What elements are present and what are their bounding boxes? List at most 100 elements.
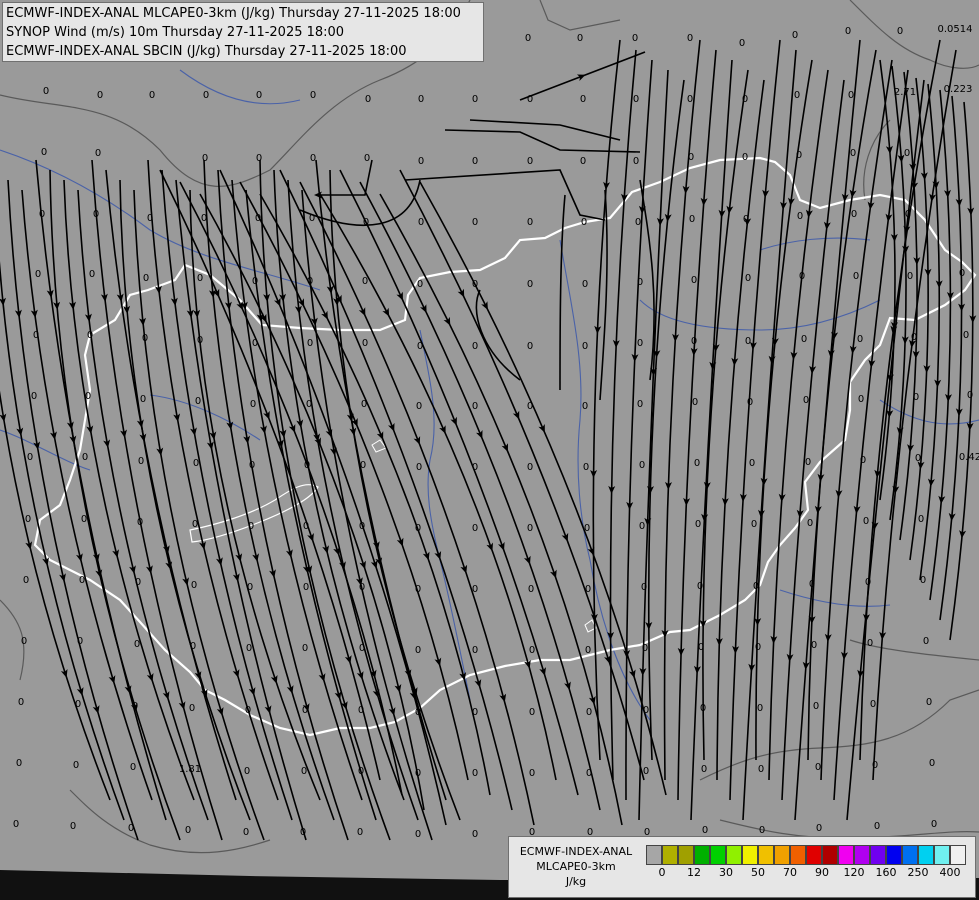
sbcin-value: 0 (81, 514, 87, 525)
sbcin-value: 0 (581, 217, 587, 228)
sbcin-value: 0 (415, 768, 421, 779)
sbcin-value: 0 (73, 760, 79, 771)
sbcin-value: 0 (359, 643, 365, 654)
sbcin-value: 0 (905, 209, 911, 220)
sbcin-value: 0 (138, 456, 144, 467)
sbcin-value: 0 (359, 582, 365, 593)
sbcin-value: 0 (415, 707, 421, 718)
sbcin-value: 0 (147, 213, 153, 224)
sbcin-value: 0 (250, 399, 256, 410)
sbcin-value: 0 (580, 94, 586, 105)
legend-swatch (918, 845, 934, 865)
sbcin-value: 0 (300, 827, 306, 838)
sbcin-value: 0 (585, 584, 591, 595)
sbcin-value: 0 (417, 341, 423, 352)
sbcin-value: 0 (580, 156, 586, 167)
sbcin-value: 0 (758, 764, 764, 775)
sbcin-value: 0 (134, 639, 140, 650)
sbcin-value: 0 (848, 90, 854, 101)
sbcin-value: 0 (41, 147, 47, 158)
sbcin-value: 0 (585, 645, 591, 656)
sbcin-value: 0 (577, 33, 583, 44)
sbcin-value: 0 (77, 636, 83, 647)
sbcin-value: 0 (255, 213, 261, 224)
sbcin-value: 0 (801, 334, 807, 345)
sbcin-value: 0 (365, 94, 371, 105)
sbcin-value: 0 (872, 760, 878, 771)
sbcin-value: 0 (190, 641, 196, 652)
sbcin-value: 0 (246, 643, 252, 654)
sbcin-value: 0 (757, 703, 763, 714)
sbcin-value: 0 (149, 90, 155, 101)
sbcin-value: 0 (742, 94, 748, 105)
legend-swatch (838, 845, 854, 865)
sbcin-value: 0 (472, 707, 478, 718)
legend-swatch (950, 845, 966, 865)
sbcin-value: 0 (911, 332, 917, 343)
sbcin-value: 0 (21, 636, 27, 647)
legend-tick-label: 90 (815, 866, 829, 879)
sbcin-value: 0 (527, 401, 533, 412)
sbcin-value: 0 (527, 462, 533, 473)
sbcin-value: 0 (195, 396, 201, 407)
sbcin-value: 0 (527, 156, 533, 167)
sbcin-value: 0 (472, 401, 478, 412)
sbcin-value: 0 (95, 148, 101, 159)
sbcin-value: 0 (85, 391, 91, 402)
sbcin-value: 0 (135, 577, 141, 588)
sbcin-value: 0 (688, 152, 694, 163)
sbcin-value: 0 (749, 458, 755, 469)
legend-swatch (742, 845, 758, 865)
sbcin-value: 0 (128, 823, 134, 834)
sbcin-value: 0 (809, 579, 815, 590)
sbcin-value: 0 (252, 276, 258, 287)
legend-tick-label: 50 (751, 866, 765, 879)
sbcin-value: 0 (79, 575, 85, 586)
sbcin-value: 0 (472, 768, 478, 779)
sbcin-value: 0 (745, 336, 751, 347)
legend-tick-label: 0 (658, 866, 666, 879)
legend-tick-label: 250 (907, 866, 929, 879)
legend-swatch (694, 845, 710, 865)
sbcin-value: 2.71 (894, 87, 916, 98)
sbcin-value: 0 (310, 90, 316, 101)
sbcin-value: 0 (845, 26, 851, 37)
legend-title-line2: MLCAPE0-3km (536, 860, 616, 873)
sbcin-value: 0 (805, 457, 811, 468)
sbcin-value: 0 (759, 825, 765, 836)
sbcin-value: 0 (747, 397, 753, 408)
sbcin-value: 0 (472, 523, 478, 534)
sbcin-value: 0 (527, 341, 533, 352)
legend-swatch (870, 845, 886, 865)
sbcin-value: 0 (643, 766, 649, 777)
sbcin-value: 0 (39, 209, 45, 220)
sbcin-value: 0 (472, 217, 478, 228)
sbcin-value: 0 (357, 827, 363, 838)
legend-tick-label: 12 (687, 866, 701, 879)
sbcin-value: 0 (359, 521, 365, 532)
sbcin-value: 0 (197, 335, 203, 346)
sbcin-value: 0 (753, 581, 759, 592)
sbcin-value: 0 (185, 825, 191, 836)
sbcin-value: 0 (692, 397, 698, 408)
sbcin-value: 0.42 (959, 452, 979, 463)
sbcin-value: 0 (302, 643, 308, 654)
sbcin-value: 0 (807, 518, 813, 529)
legend-title-line1: ECMWF-INDEX-ANAL (519, 845, 633, 858)
weather-map: 0 0 0 0 0 0 0 0 0.0514 0 0 0 0 0 0 0 0 0 0 0 0 0 0 0 0 0 0 0 2.71 0.2… (0, 0, 979, 900)
sbcin-value: 0 (743, 214, 749, 225)
sbcin-value: 0 (803, 395, 809, 406)
sbcin-value: 0 (637, 277, 643, 288)
sbcin-value: 0 (751, 519, 757, 530)
sbcin-value: 0 (632, 33, 638, 44)
sbcin-value: 0 (860, 455, 866, 466)
sbcin-value: 0 (870, 699, 876, 710)
title-synop-wind: SYNOP Wind (m/s) 10m Thursday 27-11-2025… (6, 25, 345, 40)
sbcin-value: 0 (863, 516, 869, 527)
sbcin-value: 0 (27, 452, 33, 463)
sbcin-value: 0 (415, 523, 421, 534)
sbcin-value: 0 (249, 460, 255, 471)
sbcin-value: 0 (867, 638, 873, 649)
legend-swatch (822, 845, 838, 865)
sbcin-value: 0 (364, 153, 370, 164)
